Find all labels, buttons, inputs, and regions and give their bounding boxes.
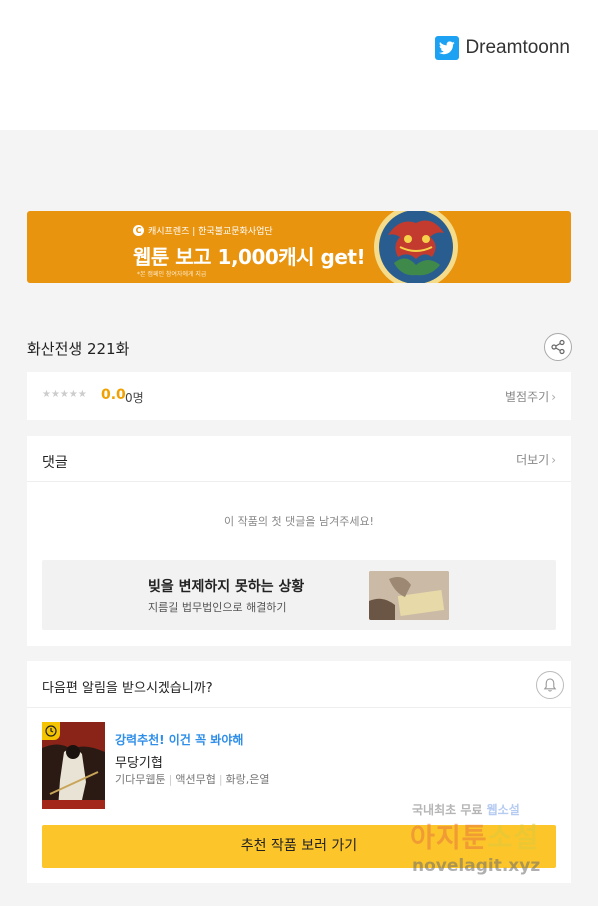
recommend-label: 강력추천! 이건 꼭 봐야해 [115, 733, 244, 747]
rating-stars: ★★★★★ [42, 389, 87, 400]
rating-count: 0명 [125, 391, 144, 405]
recommend-cover-thumbnail[interactable] [42, 722, 105, 809]
banner-fine-print: *본 캠페인 참여자에게 지급 [137, 271, 207, 278]
twitter-link[interactable]: Dreamtoonn [435, 36, 570, 60]
ad-title: 빚을 변제하지 못하는 상황 [148, 579, 305, 595]
tag: 액션무협 [175, 773, 216, 786]
banner-brand: C 캐시프렌즈 | 한국불교문화사업단 [133, 224, 273, 237]
notify-section: 다음편 알림을 받으시겠습니까? 강력추천! 이건 꼭 봐야해 무당기협 기다무… [27, 661, 571, 883]
twitter-icon [435, 36, 460, 60]
rating-card: ★★★★★ 0.0 0명 별점주기 › [27, 372, 571, 420]
notify-question: 다음편 알림을 받으시겠습니까? [42, 681, 213, 696]
comment-empty-message: 이 작품의 첫 댓글을 남겨주세요! [224, 515, 374, 528]
bell-icon [543, 678, 557, 692]
recommend-title[interactable]: 무당기협 [115, 752, 163, 771]
comment-header: 댓글 [42, 455, 68, 471]
top-header: Dreamtoonn [0, 0, 598, 130]
banner-headline: 웹툰 보고 1,000캐시 get! [133, 245, 366, 269]
comments-more-label: 더보기 [516, 453, 550, 467]
ad-photo-icon [369, 571, 449, 620]
rate-link[interactable]: 별점주기 › [505, 388, 556, 405]
dragon-illustration-icon [374, 211, 458, 283]
chevron-right-icon: › [551, 453, 556, 467]
ad-subtitle: 지름길 법무법인으로 해결하기 [148, 601, 287, 614]
cash-banner[interactable]: C 캐시프렌즈 | 한국불교문화사업단 웹툰 보고 1,000캐시 get! *… [27, 211, 571, 283]
rating-score: 0.0 [101, 387, 126, 403]
tag: 화랑,은열 [225, 773, 270, 786]
comments-more-link[interactable]: 더보기 › [516, 451, 556, 468]
twitter-account-name: Dreamtoonn [465, 37, 570, 58]
episode-title: 화산전생 221화 [27, 340, 130, 358]
sponsored-ad[interactable]: 빚을 변제하지 못하는 상황 지름길 법무법인으로 해결하기 [42, 560, 556, 630]
view-recommended-button[interactable]: 추천 작품 보러 가기 [42, 825, 556, 868]
banner-brand-text: 캐시프렌즈 | 한국불교문화사업단 [148, 227, 273, 237]
cashfriends-logo-icon: C [133, 225, 144, 236]
comment-section: 댓글 더보기 › 이 작품의 첫 댓글을 남겨주세요! 빚을 변제하지 못하는 상… [27, 436, 571, 646]
rate-link-label: 별점주기 [505, 390, 550, 404]
notify-bell-button[interactable] [536, 671, 564, 699]
chevron-right-icon: › [551, 390, 556, 404]
recommend-tags: 기다무웹툰 | 액션무협 | 화랑,은열 [115, 773, 270, 786]
ad-thumbnail [369, 571, 449, 620]
divider [27, 707, 571, 708]
clock-icon [42, 722, 60, 740]
share-icon [551, 339, 565, 355]
tag: 기다무웹툰 [115, 773, 166, 786]
divider [27, 481, 571, 482]
share-button[interactable] [544, 333, 572, 361]
